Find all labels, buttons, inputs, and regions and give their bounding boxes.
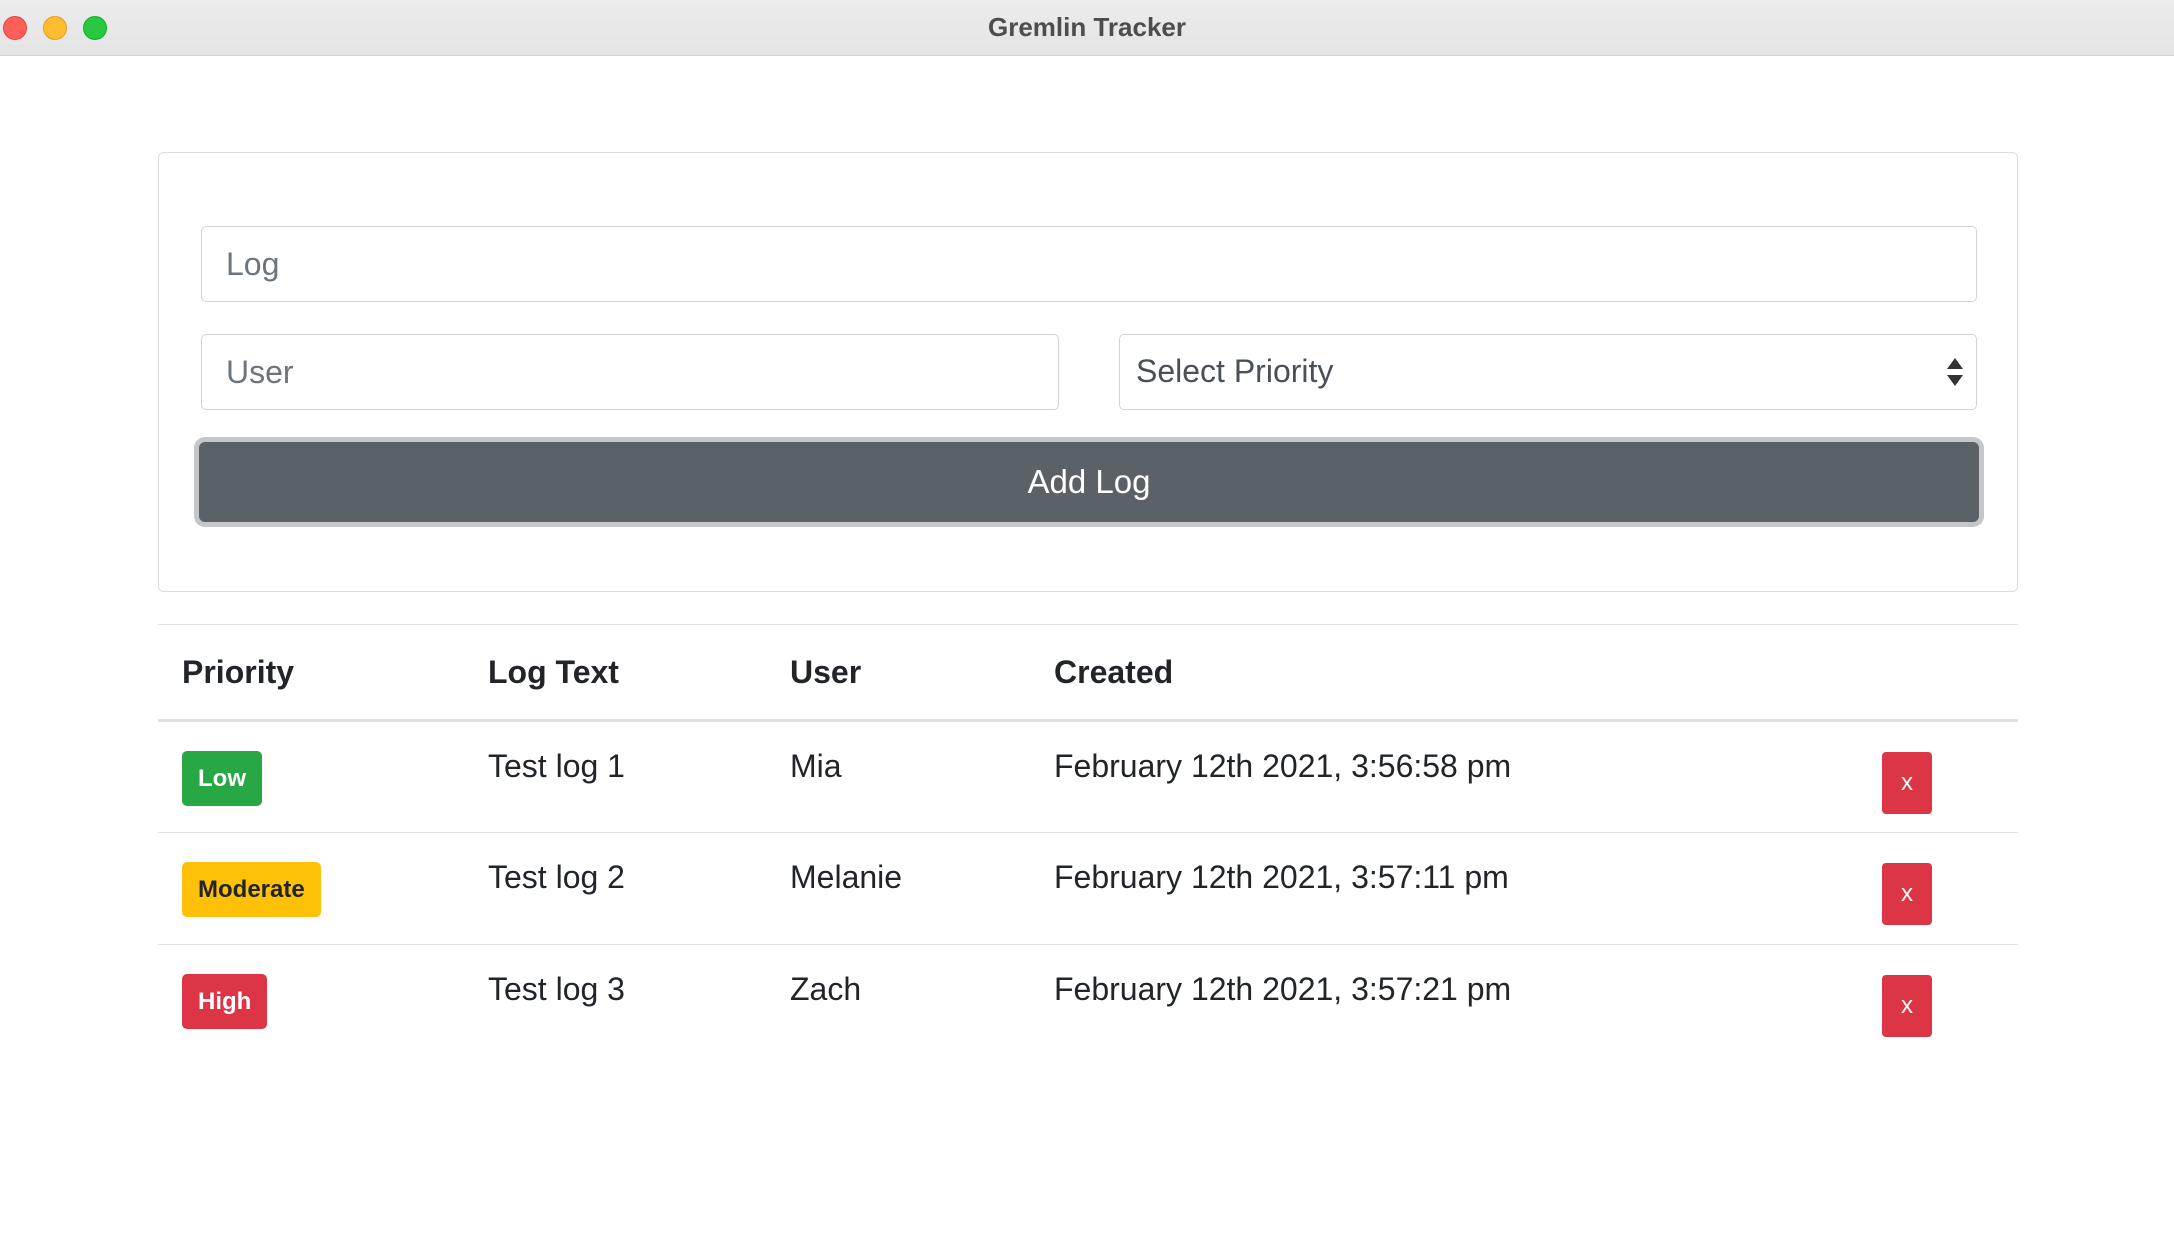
log-input[interactable] [201,226,1977,302]
app-window: Gremlin Tracker Select Priority Add Log … [0,0,2174,1256]
title-bar: Gremlin Tracker [0,0,2174,56]
priority-badge-low: Low [182,751,262,806]
delete-log-button[interactable]: x [1882,752,1932,814]
log-text-cell: Test log 3 [488,971,625,1007]
log-text-cell: Test log 1 [488,748,625,784]
header-user: User [790,653,862,690]
priority-badge-high: High [182,974,268,1029]
user-cell: Mia [790,748,842,784]
header-log-text: Log Text [488,653,619,690]
created-cell: February 12th 2021, 3:57:11 pm [1054,859,1509,895]
header-actions [1882,625,2018,721]
priority-select-value: Select Priority [1136,353,1334,389]
table-row: High Test log 3 Zach February 12th 2021,… [158,945,2018,1057]
user-cell: Melanie [790,859,903,895]
window-title: Gremlin Tracker [988,12,1186,42]
created-cell: February 12th 2021, 3:56:58 pm [1054,748,1512,784]
priority-select[interactable]: Select Priority [1119,334,1977,410]
add-log-form-card: Select Priority Add Log [158,152,2018,592]
priority-badge-moderate: Moderate [182,862,321,917]
user-cell: Zach [790,971,862,1007]
log-text-cell: Test log 2 [488,859,625,895]
header-priority: Priority [182,653,295,690]
table-row: Moderate Test log 2 Melanie February 12t… [158,833,2018,945]
add-log-button[interactable]: Add Log [199,442,1979,522]
header-created: Created [1054,653,1174,690]
delete-log-button[interactable]: x [1882,975,1932,1037]
delete-log-button[interactable]: x [1882,863,1932,925]
table-header-row: Priority Log Text User Created [158,624,2018,721]
log-table: Priority Log Text User Created Low Test … [158,624,2018,1057]
user-input[interactable] [201,334,1059,410]
table-row: Low Test log 1 Mia February 12th 2021, 3… [158,721,2018,833]
created-cell: February 12th 2021, 3:57:21 pm [1054,971,1512,1007]
select-arrows-icon [1947,358,1963,386]
